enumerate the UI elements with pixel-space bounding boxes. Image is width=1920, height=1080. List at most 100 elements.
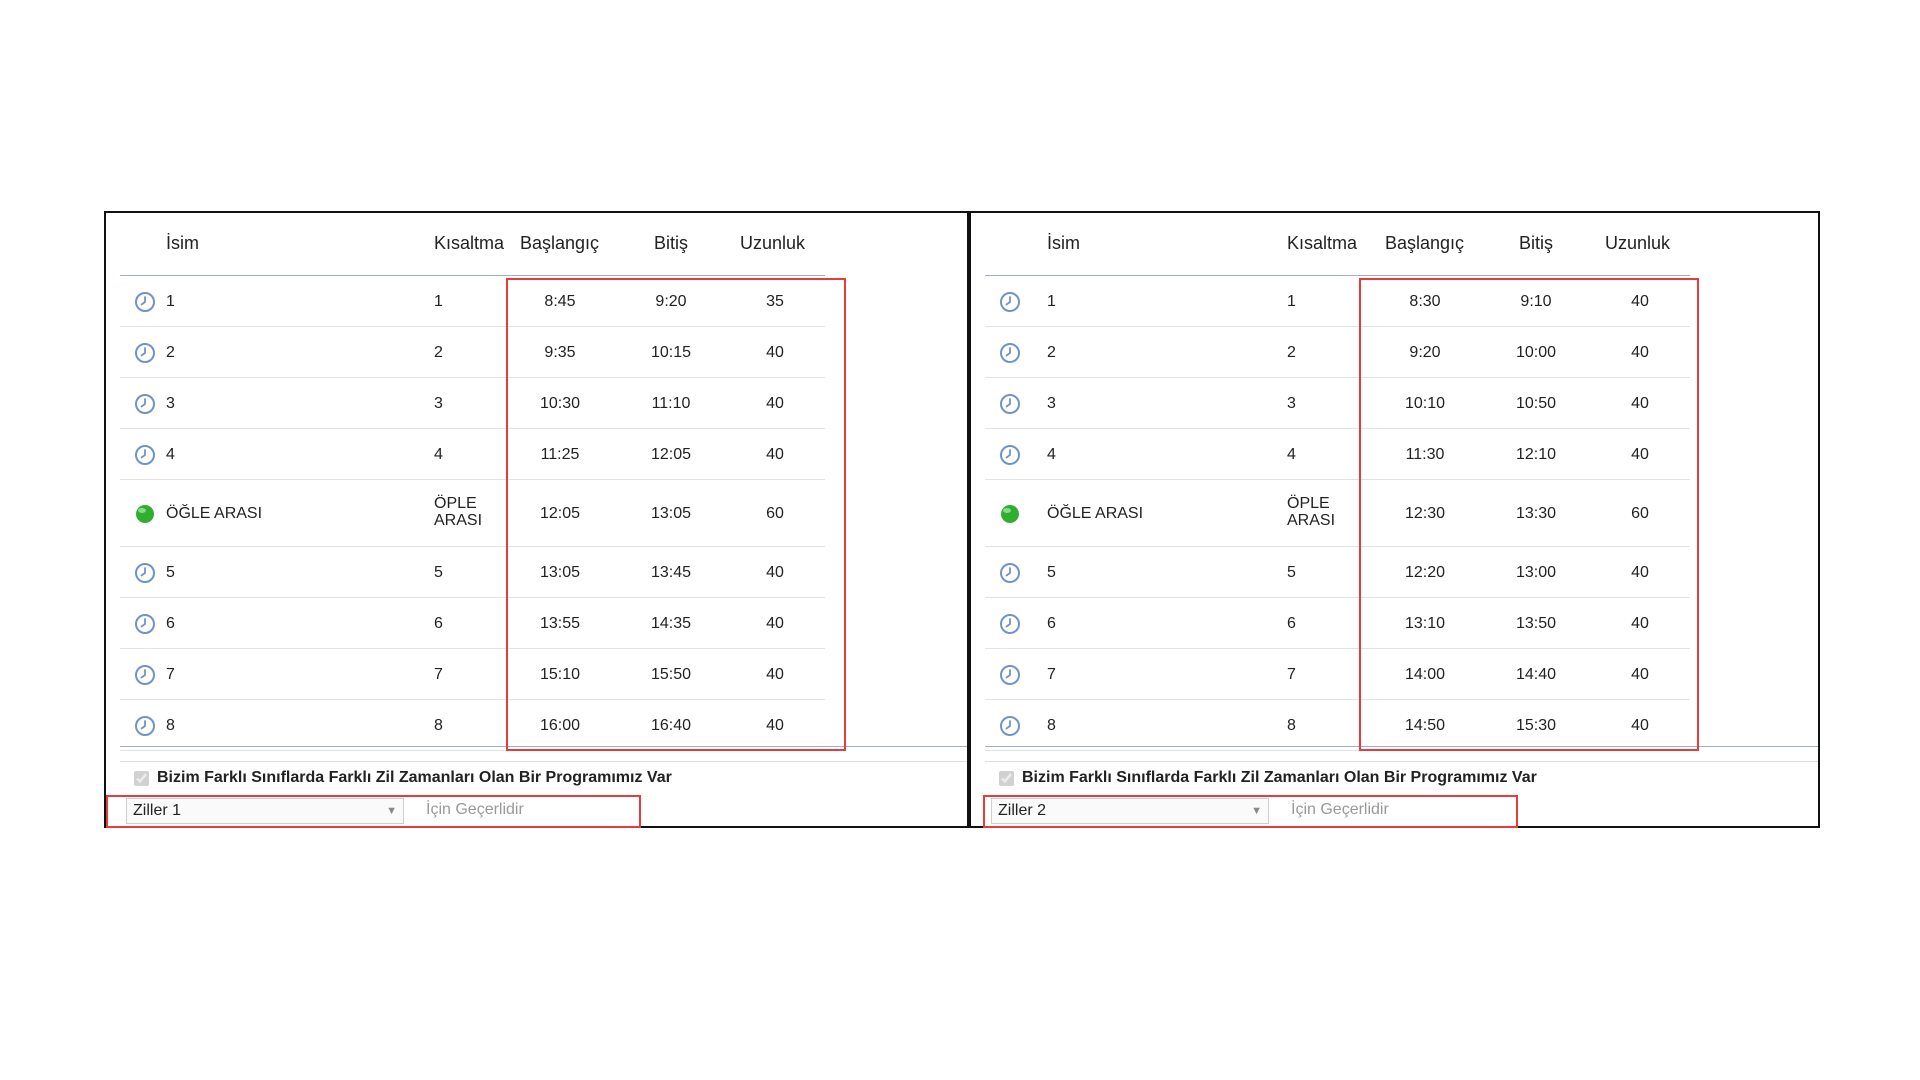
row-end-time: 13:30 xyxy=(1515,505,1557,522)
different-bells-checkbox[interactable] xyxy=(999,770,1014,786)
row-end-time: 13:45 xyxy=(650,564,692,581)
different-bells-option[interactable]: Bizim Farklı Sınıflarda Farklı Zil Zaman… xyxy=(999,769,1537,787)
table-row[interactable]: 4 4 11:30 12:10 40 xyxy=(985,429,1690,480)
row-abbr: 8 xyxy=(434,717,443,734)
table-row[interactable]: 5 5 13:05 13:45 40 xyxy=(120,547,825,598)
bells-select[interactable]: Ziller 1 ▼ xyxy=(126,798,404,824)
row-length: 40 xyxy=(1631,395,1649,412)
clock-icon xyxy=(135,563,155,583)
row-end-time: 10:00 xyxy=(1515,344,1557,361)
column-length[interactable]: Uzunluk xyxy=(740,233,805,254)
column-end[interactable]: Bitiş xyxy=(1519,233,1553,254)
row-length: 40 xyxy=(766,717,784,734)
table-row[interactable]: 3 3 10:10 10:50 40 xyxy=(985,378,1690,429)
row-end-time: 14:35 xyxy=(650,615,692,632)
row-abbr: 5 xyxy=(434,564,443,581)
different-bells-option[interactable]: Bizim Farklı Sınıflarda Farklı Zil Zaman… xyxy=(134,769,672,787)
row-start-time: 14:00 xyxy=(1404,666,1446,683)
column-abbr[interactable]: Kısaltma xyxy=(434,233,504,254)
table-row[interactable]: 3 3 10:30 11:10 40 xyxy=(120,378,825,429)
clock-icon xyxy=(135,343,155,363)
row-end-time: 15:30 xyxy=(1515,717,1557,734)
row-abbr: 2 xyxy=(434,344,443,361)
row-length: 40 xyxy=(1631,666,1649,683)
table-row[interactable]: 6 6 13:55 14:35 40 xyxy=(120,598,825,649)
row-name: 5 xyxy=(1047,564,1056,581)
table-row[interactable]: 4 4 11:25 12:05 40 xyxy=(120,429,825,480)
clock-icon xyxy=(135,665,155,685)
row-abbr: 6 xyxy=(434,615,443,632)
applies-text: İçin Geçerlidir xyxy=(1291,801,1389,818)
row-start-time: 12:20 xyxy=(1404,564,1446,581)
row-name: 2 xyxy=(1047,344,1056,361)
row-end-time: 12:10 xyxy=(1515,446,1557,463)
row-name: 1 xyxy=(166,293,175,310)
row-length: 60 xyxy=(766,505,784,522)
row-start-time: 13:55 xyxy=(539,615,581,632)
table-row[interactable]: 2 2 9:35 10:15 40 xyxy=(120,327,825,378)
row-name: 8 xyxy=(166,717,175,734)
row-name: ÖĞLE ARASI xyxy=(166,505,263,522)
row-length: 40 xyxy=(766,344,784,361)
table-row[interactable]: 2 2 9:20 10:00 40 xyxy=(985,327,1690,378)
row-end-time: 13:00 xyxy=(1515,564,1557,581)
row-start-time: 11:25 xyxy=(540,446,580,463)
row-name: 6 xyxy=(166,615,175,632)
row-start-time: 10:30 xyxy=(539,395,581,412)
row-length: 40 xyxy=(1631,344,1649,361)
applies-text: İçin Geçerlidir xyxy=(426,801,524,818)
table-row[interactable]: 1 1 8:30 9:10 40 xyxy=(985,276,1690,327)
row-length: 60 xyxy=(1631,505,1649,522)
different-bells-label: Bizim Farklı Sınıflarda Farklı Zil Zaman… xyxy=(1022,769,1537,786)
row-abbr: 3 xyxy=(1287,395,1296,412)
column-name[interactable]: İsim xyxy=(1047,233,1080,254)
row-end-time: 13:50 xyxy=(1515,615,1557,632)
row-name: 7 xyxy=(166,666,175,683)
row-name: 3 xyxy=(1047,395,1056,412)
row-length: 40 xyxy=(1631,446,1649,463)
table-bottom-divider xyxy=(985,746,1818,747)
table-header: İsim Kısaltma Başlangıç Bitiş Uzunluk xyxy=(985,213,1818,275)
row-abbr: 2 xyxy=(1287,344,1296,361)
row-start-time: 8:45 xyxy=(544,293,576,310)
table-row[interactable]: 1 1 8:45 9:20 35 xyxy=(120,276,825,327)
row-start-time: 13:10 xyxy=(1404,615,1446,632)
table-row[interactable]: 6 6 13:10 13:50 40 xyxy=(985,598,1690,649)
row-end-time: 16:40 xyxy=(650,717,692,734)
clock-icon xyxy=(135,445,155,465)
row-abbr-line1: ÖPLE xyxy=(434,495,477,512)
row-start-time: 13:05 xyxy=(539,564,581,581)
bells-select[interactable]: Ziller 2 ▼ xyxy=(991,798,1269,824)
column-start[interactable]: Başlangıç xyxy=(520,233,599,254)
clock-icon xyxy=(1000,292,1020,312)
row-start-time: 15:10 xyxy=(539,666,581,683)
column-end[interactable]: Bitiş xyxy=(654,233,688,254)
table-row[interactable]: ÖĞLE ARASI ÖPLE ARASI 12:30 13:30 60 xyxy=(985,480,1690,547)
different-bells-checkbox[interactable] xyxy=(134,770,149,786)
column-name[interactable]: İsim xyxy=(166,233,199,254)
row-length: 40 xyxy=(766,395,784,412)
chevron-down-icon: ▼ xyxy=(1251,805,1262,817)
table-row[interactable]: 7 7 14:00 14:40 40 xyxy=(985,649,1690,700)
row-length: 40 xyxy=(766,615,784,632)
row-abbr-line2: ARASI xyxy=(434,512,483,529)
row-name: 5 xyxy=(166,564,175,581)
table-row[interactable]: 8 8 14:50 15:30 40 xyxy=(985,700,1690,751)
clock-icon xyxy=(135,292,155,312)
options-area: Bizim Farklı Sınıflarda Farklı Zil Zaman… xyxy=(120,761,967,824)
options-area: Bizim Farklı Sınıflarda Farklı Zil Zaman… xyxy=(985,761,1818,824)
row-length: 40 xyxy=(1631,717,1649,734)
row-end-time: 11:10 xyxy=(651,395,691,412)
table-row[interactable]: 8 8 16:00 16:40 40 xyxy=(120,700,825,751)
table-row[interactable]: ÖĞLE ARASI ÖPLE ARASI 12:05 13:05 60 xyxy=(120,480,825,547)
column-length[interactable]: Uzunluk xyxy=(1605,233,1670,254)
row-end-time: 15:50 xyxy=(650,666,692,683)
column-start[interactable]: Başlangıç xyxy=(1385,233,1464,254)
table-row[interactable]: 5 5 12:20 13:00 40 xyxy=(985,547,1690,598)
column-abbr[interactable]: Kısaltma xyxy=(1287,233,1357,254)
table-row[interactable]: 7 7 15:10 15:50 40 xyxy=(120,649,825,700)
row-length: 40 xyxy=(1631,564,1649,581)
clock-icon xyxy=(1000,563,1020,583)
row-start-time: 10:10 xyxy=(1404,395,1446,412)
row-name: 6 xyxy=(1047,615,1056,632)
